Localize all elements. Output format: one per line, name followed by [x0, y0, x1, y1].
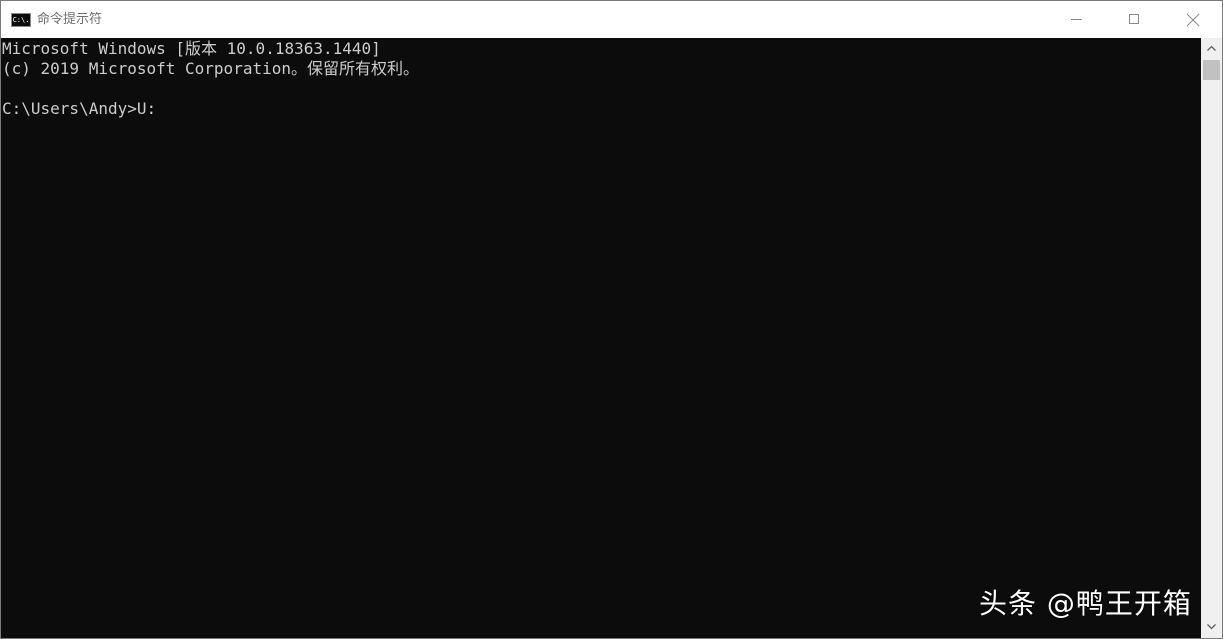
chevron-up-icon[interactable]: [1201, 40, 1222, 57]
vertical-scrollbar[interactable]: [1201, 38, 1222, 638]
watermark-logo: 头条 @鸭王开箱: [979, 587, 1192, 620]
console-line-copyright: (c) 2019 Microsoft Corporation。保留所有权利。: [2, 59, 419, 78]
minimize-button[interactable]: [1047, 1, 1105, 38]
title-bar[interactable]: C:\. 命令提示符: [1, 1, 1222, 38]
console-line-version: Microsoft Windows [版本 10.0.18363.1440]: [2, 39, 381, 58]
maximize-icon: [1129, 14, 1139, 24]
scrollbar-thumb[interactable]: [1203, 60, 1220, 80]
command-prompt-window: C:\. 命令提示符 Microsoft Windows [版本 10.0.18…: [0, 0, 1223, 639]
chevron-down-icon[interactable]: [1201, 618, 1222, 635]
cmd-icon[interactable]: C:\.: [11, 13, 31, 27]
close-button[interactable]: [1164, 1, 1222, 38]
maximize-button[interactable]: [1105, 1, 1163, 38]
console-line-prompt: C:\Users\Andy>U:: [2, 99, 157, 118]
close-icon: [1186, 13, 1200, 27]
console-output[interactable]: Microsoft Windows [版本 10.0.18363.1440] (…: [1, 38, 1201, 638]
minimize-icon: [1071, 19, 1082, 20]
window-title: 命令提示符: [37, 12, 103, 27]
